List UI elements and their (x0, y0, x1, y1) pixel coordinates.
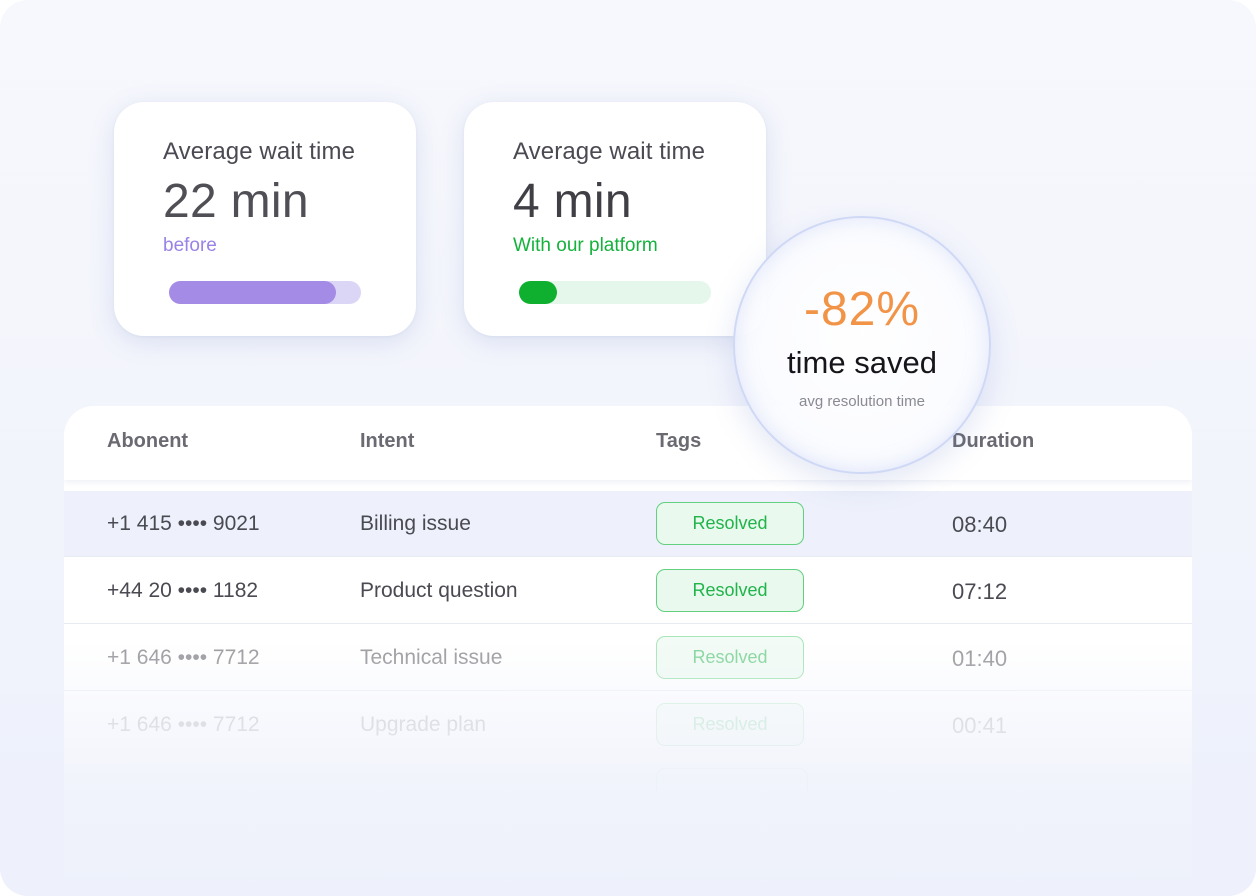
table-row[interactable]: +1 646 •••• 7712 Upgrade plan Resolved 0… (64, 692, 1192, 758)
card-title: Average wait time (163, 138, 356, 165)
table-row[interactable]: +1 646 •••• 7712 Technical issue Resolve… (64, 625, 1192, 691)
abonent-cell: +44 20 •••• 1182 (107, 579, 259, 602)
duration-cell: 07:12 (952, 579, 1008, 604)
progress-track (519, 281, 711, 304)
card-subtitle: before (163, 235, 217, 256)
intent-cell: Upgrade plan (360, 713, 487, 736)
progress-track (169, 281, 361, 304)
card-value: 22 min (163, 175, 309, 228)
table-row[interactable]: +1 415 •••• 9021 Billing issue Resolved … (64, 491, 1192, 557)
card-value: 4 min (513, 175, 632, 228)
progress-fill (169, 281, 337, 304)
app-frame: Average wait time 22 min before Average … (0, 0, 1256, 896)
duration-cell: 08:40 (952, 512, 1008, 537)
resolved-tag: Resolved (656, 703, 804, 746)
abonent-cell: +1 415 •••• 9021 (107, 512, 260, 535)
time-saved-note: avg resolution time (799, 393, 925, 410)
table-header: Abonent Intent Tags Duration (64, 406, 1192, 480)
time-saved-percent: -82% (803, 283, 921, 336)
resolved-tag: Resolved (656, 636, 804, 679)
header-abonent[interactable]: Abonent (107, 430, 188, 453)
intent-cell: Billing issue (360, 512, 471, 535)
header-duration[interactable]: Duration (952, 430, 1034, 453)
card-subtitle: With our platform (513, 235, 658, 256)
faded-tag-outline (656, 768, 808, 791)
intent-cell: Technical issue (360, 646, 503, 669)
card-title: Average wait time (513, 138, 706, 165)
table-row[interactable]: +44 20 •••• 1182 Product question Resolv… (64, 558, 1192, 624)
resolved-tag: Resolved (656, 569, 804, 612)
header-tags[interactable]: Tags (656, 430, 701, 453)
header-intent[interactable]: Intent (360, 430, 414, 453)
abonent-cell: +1 646 •••• 7712 (107, 713, 260, 736)
time-saved-label: time saved (787, 345, 937, 380)
duration-cell: 01:40 (952, 646, 1008, 671)
resolved-tag: Resolved (656, 502, 804, 545)
calls-table: Abonent Intent Tags Duration +1 415 ••••… (64, 406, 1192, 896)
progress-fill (519, 281, 558, 304)
intent-cell: Product question (360, 579, 518, 602)
wait-time-after-card: Average wait time 4 min With our platfor… (464, 102, 766, 336)
wait-time-before-card: Average wait time 22 min before (114, 102, 416, 336)
duration-cell: 00:41 (952, 713, 1008, 738)
time-saved-lens: -82% time saved avg resolution time (733, 216, 991, 474)
abonent-cell: +1 646 •••• 7712 (107, 646, 260, 669)
